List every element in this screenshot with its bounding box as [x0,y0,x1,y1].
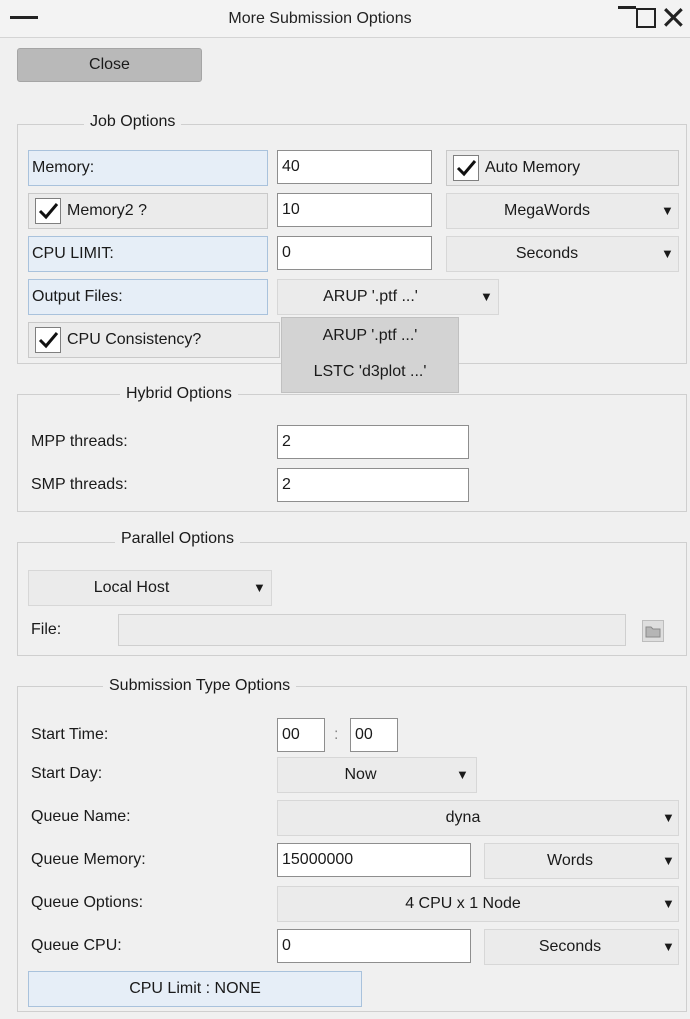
file-input[interactable] [118,614,626,646]
queue-memory-input[interactable]: 15000000 [277,843,471,877]
mpp-threads-input[interactable]: 2 [277,425,469,459]
memory2-unit-dropdown[interactable]: MegaWords ▼ [446,193,679,229]
close-button[interactable]: Close [17,48,202,82]
cpu-limit-unit-value: Seconds [515,245,579,262]
check-icon [38,331,59,348]
minimize-icon[interactable] [618,6,636,9]
submission-type-legend: Submission Type Options [103,677,297,695]
close-icon[interactable]: ✕ [660,2,690,34]
start-day-value: Now [344,766,377,783]
triangle-down-icon: ▼ [480,289,493,304]
start-day-label: Start Day: [31,765,103,782]
host-value: Local Host [93,579,170,596]
memory2-label: Memory2 ? [67,202,148,219]
queue-options-label: Queue Options: [31,894,144,911]
cpu-consistency-toggle[interactable]: CPU Consistency? [28,322,280,358]
cpu-limit-status: CPU Limit : NONE [28,971,362,1007]
queue-cpu-input[interactable]: 0 [277,929,471,963]
queue-memory-unit-dropdown[interactable]: Words ▼ [484,843,679,879]
check-icon [456,159,477,176]
memory2-toggle[interactable]: Memory2 ? [28,193,268,229]
triangle-down-icon: ▼ [661,246,674,261]
queue-memory-unit-value: Words [547,852,593,869]
triangle-down-icon: ▼ [662,896,675,911]
triangle-down-icon: ▼ [662,853,675,868]
queue-memory-label: Queue Memory: [31,851,146,868]
triangle-down-icon: ▼ [456,767,469,782]
check-icon [38,202,59,219]
triangle-down-icon: ▼ [661,203,674,218]
memory2-input[interactable]: 10 [277,193,432,227]
parallel-options-legend: Parallel Options [115,530,240,548]
triangle-down-icon: ▼ [253,580,266,595]
queue-name-dropdown[interactable]: dyna ▼ [277,800,679,836]
host-dropdown[interactable]: Local Host ▼ [28,570,272,606]
memory2-checkbox[interactable] [35,197,61,224]
queue-options-value: 4 CPU x 1 Node [405,895,521,912]
triangle-down-icon: ▼ [662,939,675,954]
cpu-limit-label: CPU LIMIT: [28,236,268,272]
queue-options-dropdown[interactable]: 4 CPU x 1 Node ▼ [277,886,679,922]
output-files-popup: ARUP '.ptf ...' LSTC 'd3plot ...' [281,317,459,393]
folder-icon[interactable] [642,620,664,642]
smp-threads-input[interactable]: 2 [277,468,469,502]
maximize-icon[interactable] [636,8,656,28]
window-title: More Submission Options [228,10,412,27]
start-minute-input[interactable]: 00 [350,718,398,752]
memory2-unit-value: MegaWords [504,202,590,219]
queue-cpu-label: Queue CPU: [31,937,122,954]
mpp-threads-label: MPP threads: [31,433,128,450]
auto-memory-toggle[interactable]: Auto Memory [446,150,679,186]
queue-cpu-unit-dropdown[interactable]: Seconds ▼ [484,929,679,965]
output-files-dropdown[interactable]: ARUP '.ptf ...' ▼ [277,279,499,315]
job-options-legend: Job Options [84,113,182,131]
hybrid-options-legend: Hybrid Options [120,385,238,403]
auto-memory-checkbox[interactable] [453,154,479,181]
file-label: File: [31,621,62,638]
output-files-option[interactable]: LSTC 'd3plot ...' [282,354,458,390]
start-hour-input[interactable]: 00 [277,718,325,752]
cpu-limit-input[interactable]: 0 [277,236,432,270]
start-day-dropdown[interactable]: Now ▼ [277,757,477,793]
auto-memory-label: Auto Memory [485,159,581,176]
triangle-down-icon: ▼ [662,810,675,825]
output-files-option[interactable]: ARUP '.ptf ...' [282,318,458,354]
smp-threads-label: SMP threads: [31,476,128,493]
output-files-label: Output Files: [28,279,268,315]
memory-input[interactable]: 40 [277,150,432,184]
queue-cpu-unit-value: Seconds [538,938,602,955]
output-files-value: ARUP '.ptf ...' [323,288,418,305]
queue-name-label: Queue Name: [31,808,131,825]
start-time-label: Start Time: [31,726,109,743]
memory-label: Memory: [28,150,268,186]
queue-name-value: dyna [445,809,481,826]
time-separator: : [334,726,339,743]
folder-glyph [645,626,661,638]
cpu-consistency-checkbox[interactable] [35,326,61,353]
cpu-consistency-label: CPU Consistency? [67,331,202,348]
cpu-limit-unit-dropdown[interactable]: Seconds ▼ [446,236,679,272]
